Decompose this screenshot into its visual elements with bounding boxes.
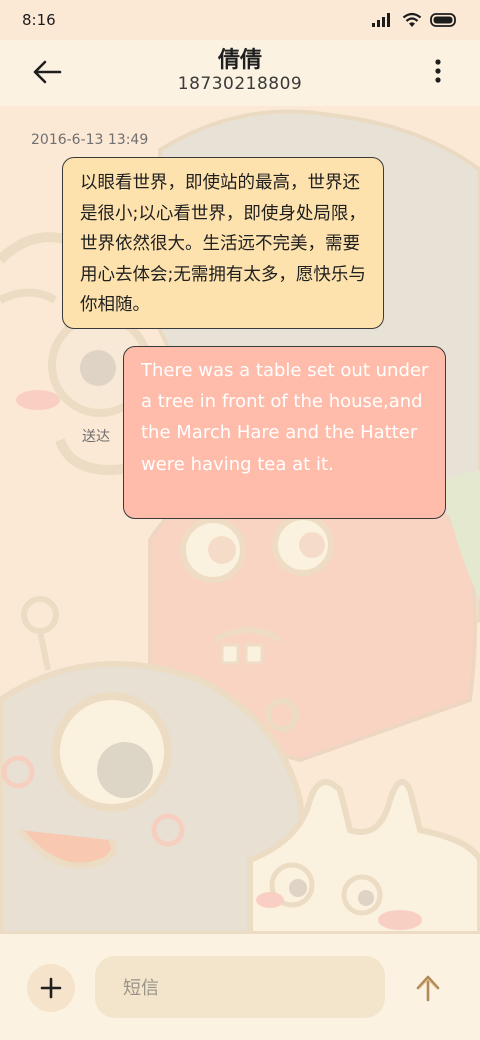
more-options-button[interactable] <box>426 56 450 88</box>
contact-number: 18730218809 <box>177 74 303 94</box>
add-attachment-button[interactable] <box>27 964 75 1012</box>
status-bar: 8:16 <box>0 0 480 40</box>
delivery-status: 送达 <box>82 429 110 445</box>
status-time: 8:16 <box>22 11 56 29</box>
contact-name: 倩倩 <box>217 48 262 73</box>
chat-wallpaper <box>0 0 480 1040</box>
wifi-icon <box>402 12 422 27</box>
sms-input[interactable]: 短信 <box>95 956 385 1018</box>
sent-message-text: There was a table set out under a tree i… <box>141 360 429 475</box>
send-button[interactable] <box>412 972 444 1004</box>
battery-icon <box>430 13 456 27</box>
received-message-text: 以眼看世界，即使站的最高，世界还是很小;以心看世界，即使身处局限，世界依然很大。… <box>80 173 366 315</box>
message-timestamp: 2016-6-13 13:49 <box>31 132 149 148</box>
sms-input-placeholder: 短信 <box>123 978 159 999</box>
received-message-bubble[interactable]: 以眼看世界，即使站的最高，世界还是很小;以心看世界，即使身处局限，世界依然很大。… <box>62 157 384 329</box>
composer-bar: 短信 <box>0 934 480 1040</box>
more-vertical-icon <box>435 59 441 83</box>
send-arrow-icon <box>416 975 440 1002</box>
signal-icon <box>372 13 390 27</box>
conversation-header: 倩倩 18730218809 <box>0 40 480 106</box>
status-icons <box>372 12 458 28</box>
sent-message-bubble[interactable]: There was a table set out under a tree i… <box>123 346 446 519</box>
plus-icon <box>40 977 62 999</box>
